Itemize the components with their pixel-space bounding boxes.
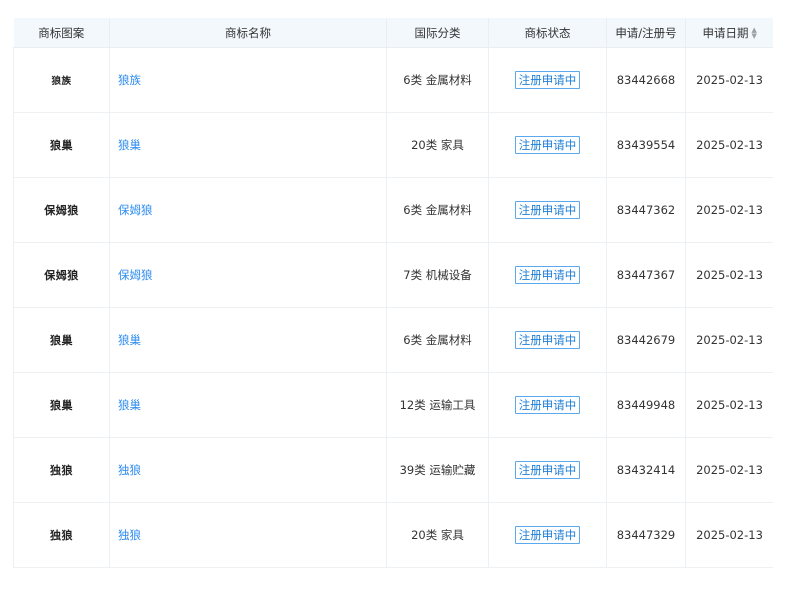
status-cell: 注册申请中: [488, 307, 607, 373]
trademark-name-link[interactable]: 独狼: [118, 463, 141, 477]
class-cell: 12类 运输工具: [386, 372, 489, 438]
reg-no-cell: 83449948: [606, 372, 686, 438]
header-date-sortable[interactable]: 申请日期 ▲ ▼: [685, 18, 773, 48]
class-cell: 20类 家具: [386, 112, 489, 178]
status-badge: 注册申请中: [514, 461, 581, 479]
trademark-logo-image: 狼巢: [50, 139, 73, 152]
trademark-logo-cell: 狼族: [13, 47, 110, 113]
status-cell: 注册申请中: [488, 177, 607, 243]
status-badge: 注册申请中: [514, 71, 581, 89]
date-cell: 2025-02-13: [685, 307, 773, 373]
trademark-logo-image: 狼巢: [50, 399, 73, 412]
status-cell: 注册申请中: [488, 437, 607, 503]
class-cell: 6类 金属材料: [386, 47, 489, 113]
trademark-name-cell: 狼族: [109, 47, 387, 113]
reg-no-cell: 83439554: [606, 112, 686, 178]
table-row: 保姆狼 保姆狼 6类 金属材料 注册申请中 83447362 2025-02-1…: [13, 177, 773, 243]
trademark-logo-cell: 保姆狼: [13, 242, 110, 308]
date-cell: 2025-02-13: [685, 437, 773, 503]
status-badge: 注册申请中: [514, 396, 581, 414]
status-badge: 注册申请中: [514, 331, 581, 349]
status-cell: 注册申请中: [488, 47, 607, 113]
table-row: 狼巢 狼巢 6类 金属材料 注册申请中 83442679 2025-02-13: [13, 307, 773, 373]
header-date-label: 申请日期: [702, 25, 749, 40]
status-badge: 注册申请中: [514, 201, 581, 219]
trademark-name-cell: 独狼: [109, 437, 387, 503]
trademark-name-cell: 狼巢: [109, 307, 387, 373]
table-row: 狼巢 狼巢 12类 运输工具 注册申请中 83449948 2025-02-13: [13, 372, 773, 438]
date-cell: 2025-02-13: [685, 372, 773, 438]
date-cell: 2025-02-13: [685, 47, 773, 113]
trademark-name-cell: 独狼: [109, 502, 387, 568]
trademark-name-cell: 保姆狼: [109, 177, 387, 243]
header-status: 商标状态: [488, 18, 607, 48]
trademark-name-link[interactable]: 保姆狼: [118, 268, 153, 282]
status-cell: 注册申请中: [488, 502, 607, 568]
class-cell: 20类 家具: [386, 502, 489, 568]
reg-no-cell: 83432414: [606, 437, 686, 503]
trademark-name-link[interactable]: 狼巢: [118, 398, 141, 412]
status-badge: 注册申请中: [514, 136, 581, 154]
trademark-logo-cell: 保姆狼: [13, 177, 110, 243]
status-cell: 注册申请中: [488, 242, 607, 308]
trademark-name-link[interactable]: 保姆狼: [118, 203, 153, 217]
table-body: 狼族 狼族 6类 金属材料 注册申请中 83442668 2025-02-13 …: [13, 47, 773, 568]
trademark-logo-cell: 狼巢: [13, 307, 110, 373]
status-cell: 注册申请中: [488, 372, 607, 438]
table-row: 独狼 独狼 39类 运输贮藏 注册申请中 83432414 2025-02-13: [13, 437, 773, 503]
trademark-logo-image: 独狼: [50, 464, 73, 477]
status-badge: 注册申请中: [514, 526, 581, 544]
header-reg-no: 申请/注册号: [606, 18, 686, 48]
trademark-name-link[interactable]: 狼巢: [118, 138, 141, 152]
trademark-name-link[interactable]: 狼巢: [118, 333, 141, 347]
header-image: 商标图案: [13, 18, 110, 48]
trademark-logo-image: 保姆狼: [44, 204, 79, 217]
trademark-name-cell: 狼巢: [109, 372, 387, 438]
trademark-logo-image: 保姆狼: [44, 269, 79, 282]
date-cell: 2025-02-13: [685, 242, 773, 308]
class-cell: 6类 金属材料: [386, 177, 489, 243]
status-badge: 注册申请中: [514, 266, 581, 284]
class-cell: 7类 机械设备: [386, 242, 489, 308]
date-cell: 2025-02-13: [685, 112, 773, 178]
date-cell: 2025-02-13: [685, 502, 773, 568]
header-name: 商标名称: [109, 18, 387, 48]
header-class: 国际分类: [386, 18, 489, 48]
table-row: 独狼 独狼 20类 家具 注册申请中 83447329 2025-02-13: [13, 502, 773, 568]
trademark-logo-image: 狼巢: [50, 334, 73, 347]
status-cell: 注册申请中: [488, 112, 607, 178]
date-cell: 2025-02-13: [685, 177, 773, 243]
reg-no-cell: 83447362: [606, 177, 686, 243]
trademark-table-container: 商标图案 商标名称 国际分类 商标状态 申请/注册号 申请日期 ▲ ▼ 狼族 狼族 …: [13, 18, 773, 568]
trademark-table: 商标图案 商标名称 国际分类 商标状态 申请/注册号 申请日期 ▲ ▼ 狼族 狼族 …: [13, 18, 773, 568]
trademark-name-cell: 保姆狼: [109, 242, 387, 308]
table-row: 狼巢 狼巢 20类 家具 注册申请中 83439554 2025-02-13: [13, 112, 773, 178]
trademark-name-cell: 狼巢: [109, 112, 387, 178]
trademark-name-link[interactable]: 狼族: [118, 73, 141, 87]
header-row: 商标图案 商标名称 国际分类 商标状态 申请/注册号 申请日期 ▲ ▼: [13, 18, 773, 48]
trademark-logo-image: 独狼: [50, 529, 73, 542]
table-row: 狼族 狼族 6类 金属材料 注册申请中 83442668 2025-02-13: [13, 47, 773, 113]
reg-no-cell: 83447367: [606, 242, 686, 308]
trademark-name-link[interactable]: 独狼: [118, 528, 141, 542]
table-header: 商标图案 商标名称 国际分类 商标状态 申请/注册号 申请日期 ▲ ▼: [13, 18, 773, 48]
reg-no-cell: 83442668: [606, 47, 686, 113]
trademark-logo-cell: 狼巢: [13, 112, 110, 178]
trademark-logo-cell: 独狼: [13, 502, 110, 568]
table-row: 保姆狼 保姆狼 7类 机械设备 注册申请中 83447367 2025-02-1…: [13, 242, 773, 308]
trademark-logo-cell: 狼巢: [13, 372, 110, 438]
reg-no-cell: 83447329: [606, 502, 686, 568]
reg-no-cell: 83442679: [606, 307, 686, 373]
class-cell: 39类 运输贮藏: [386, 437, 489, 503]
sort-icon[interactable]: ▲ ▼: [752, 27, 757, 40]
trademark-logo-image: 狼族: [51, 76, 72, 87]
trademark-logo-cell: 独狼: [13, 437, 110, 503]
class-cell: 6类 金属材料: [386, 307, 489, 373]
